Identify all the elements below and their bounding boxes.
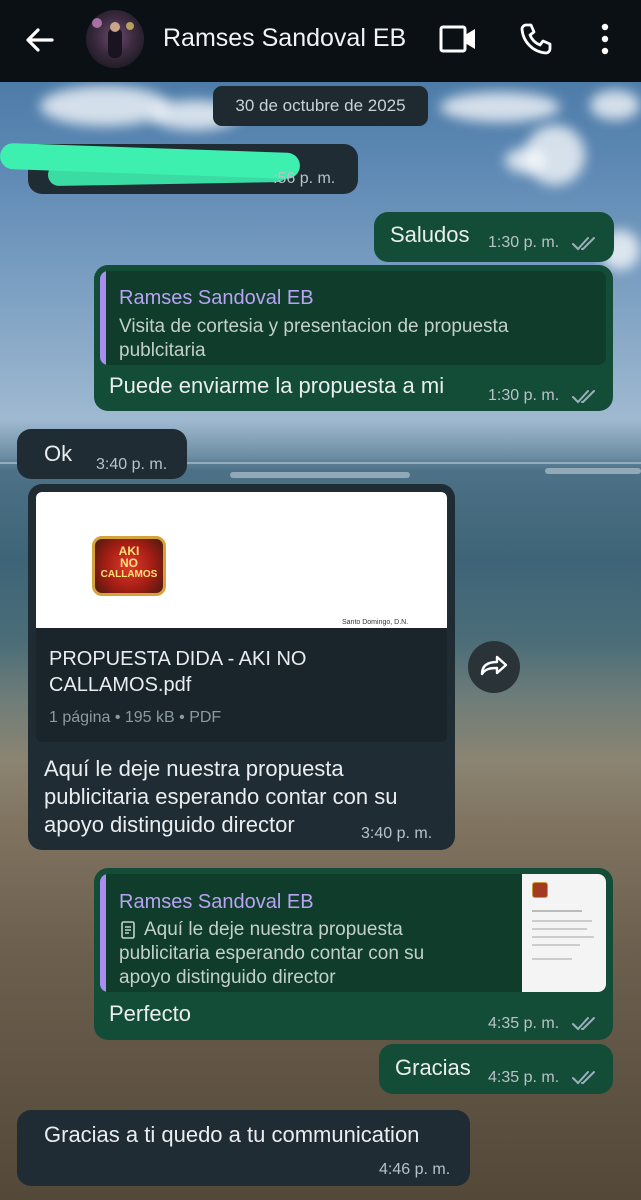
message-text: Puede enviarme la propuesta a mi bbox=[109, 373, 445, 398]
quoted-document-thumbnail bbox=[522, 874, 606, 992]
quote-text: Visita de cortesia y presentacion de pro… bbox=[119, 316, 509, 361]
read-receipt-icon bbox=[572, 390, 595, 404]
message-time: 4:35 p. m. bbox=[488, 1069, 560, 1086]
message-time: 4:46 p. m. bbox=[379, 1161, 451, 1178]
contact-name[interactable]: Ramses Sandoval EB bbox=[163, 24, 406, 53]
message-caption: Aquí le deje nuestra propuesta bbox=[44, 756, 344, 781]
date-separator: 30 de octubre de 2025 bbox=[213, 86, 428, 126]
message-outgoing[interactable]: Gracias 4:35 p. m. bbox=[379, 1044, 613, 1094]
quoted-message[interactable]: Ramses Sandoval EB Visita de cortesia y … bbox=[100, 271, 606, 365]
document-preview[interactable]: AKI NO CALLAMOS Santo Domingo, D.N. bbox=[36, 492, 447, 628]
quote-accent-bar bbox=[100, 271, 106, 365]
message-time: 4:35 p. m. bbox=[488, 1015, 560, 1032]
document-info[interactable]: PROPUESTA DIDA - AKI NO CALLAMOS.pdf 1 p… bbox=[36, 628, 447, 742]
message-text: Saludos bbox=[390, 222, 470, 247]
quote-text: publicitaria esperando contar con su bbox=[119, 943, 425, 964]
quoted-message[interactable]: Ramses Sandoval EB Aquí le deje nuestra … bbox=[100, 874, 606, 992]
message-text: Perfecto bbox=[109, 1001, 191, 1026]
phone-icon bbox=[520, 23, 552, 55]
read-receipt-icon bbox=[572, 1071, 595, 1085]
read-receipt-icon bbox=[572, 237, 595, 251]
message-time: 1:30 p. m. bbox=[488, 234, 560, 251]
message-outgoing[interactable]: Saludos 1:30 p. m. bbox=[374, 212, 614, 262]
document-file-name: CALLAMOS.pdf bbox=[49, 674, 192, 696]
forward-icon bbox=[480, 655, 508, 676]
quote-author: Ramses Sandoval EB bbox=[119, 287, 314, 309]
message-time: :56 p. m. bbox=[273, 170, 336, 187]
message-time: 1:30 p. m. bbox=[488, 387, 560, 404]
more-options-button[interactable] bbox=[595, 21, 615, 57]
message-incoming-document[interactable]: AKI NO CALLAMOS Santo Domingo, D.N. PROP… bbox=[28, 484, 455, 850]
message-text: Ok bbox=[44, 441, 73, 466]
chat-header: Ramses Sandoval EB bbox=[0, 0, 641, 82]
message-incoming[interactable]: Ok 3:40 p. m. bbox=[17, 429, 187, 479]
quote-author: Ramses Sandoval EB bbox=[119, 891, 314, 913]
quote-text: apoyo distinguido director bbox=[119, 967, 336, 988]
document-meta: 1 página • 195 kB • PDF bbox=[49, 709, 222, 726]
forward-button[interactable] bbox=[468, 641, 520, 693]
message-caption: apoyo distinguido director bbox=[44, 812, 295, 837]
quote-accent-bar bbox=[100, 874, 106, 992]
contact-avatar[interactable] bbox=[86, 10, 144, 68]
redaction-scribble bbox=[47, 159, 289, 187]
message-caption: publicitaria esperando contar con su bbox=[44, 784, 398, 809]
message-outgoing-reply[interactable]: Ramses Sandoval EB Visita de cortesia y … bbox=[94, 265, 613, 411]
message-incoming-redacted[interactable]: :56 p. m. bbox=[0, 142, 358, 194]
quote-text: Aquí le deje nuestra propuesta bbox=[144, 919, 403, 940]
message-text: Gracias a ti quedo a tu communication bbox=[44, 1122, 420, 1147]
video-camera-icon bbox=[439, 25, 475, 53]
document-icon bbox=[121, 921, 135, 939]
message-text: Gracias bbox=[395, 1055, 471, 1080]
more-vertical-icon bbox=[601, 23, 609, 55]
message-outgoing-reply[interactable]: Ramses Sandoval EB Aquí le deje nuestra … bbox=[94, 868, 613, 1040]
message-time: 3:40 p. m. bbox=[361, 825, 433, 842]
video-call-button[interactable] bbox=[438, 22, 478, 56]
aki-no-callamos-logo: AKI NO CALLAMOS bbox=[92, 536, 166, 596]
arrow-left-icon bbox=[26, 28, 54, 52]
read-receipt-icon bbox=[572, 1017, 595, 1031]
message-time: 3:40 p. m. bbox=[96, 456, 168, 473]
preview-footer-text: Santo Domingo, D.N. bbox=[342, 619, 409, 626]
message-incoming[interactable]: Gracias a ti quedo a tu communication 4:… bbox=[17, 1110, 470, 1186]
voice-call-button[interactable] bbox=[518, 21, 554, 57]
document-file-name: PROPUESTA DIDA - AKI NO bbox=[49, 648, 307, 670]
back-button[interactable] bbox=[22, 22, 58, 58]
